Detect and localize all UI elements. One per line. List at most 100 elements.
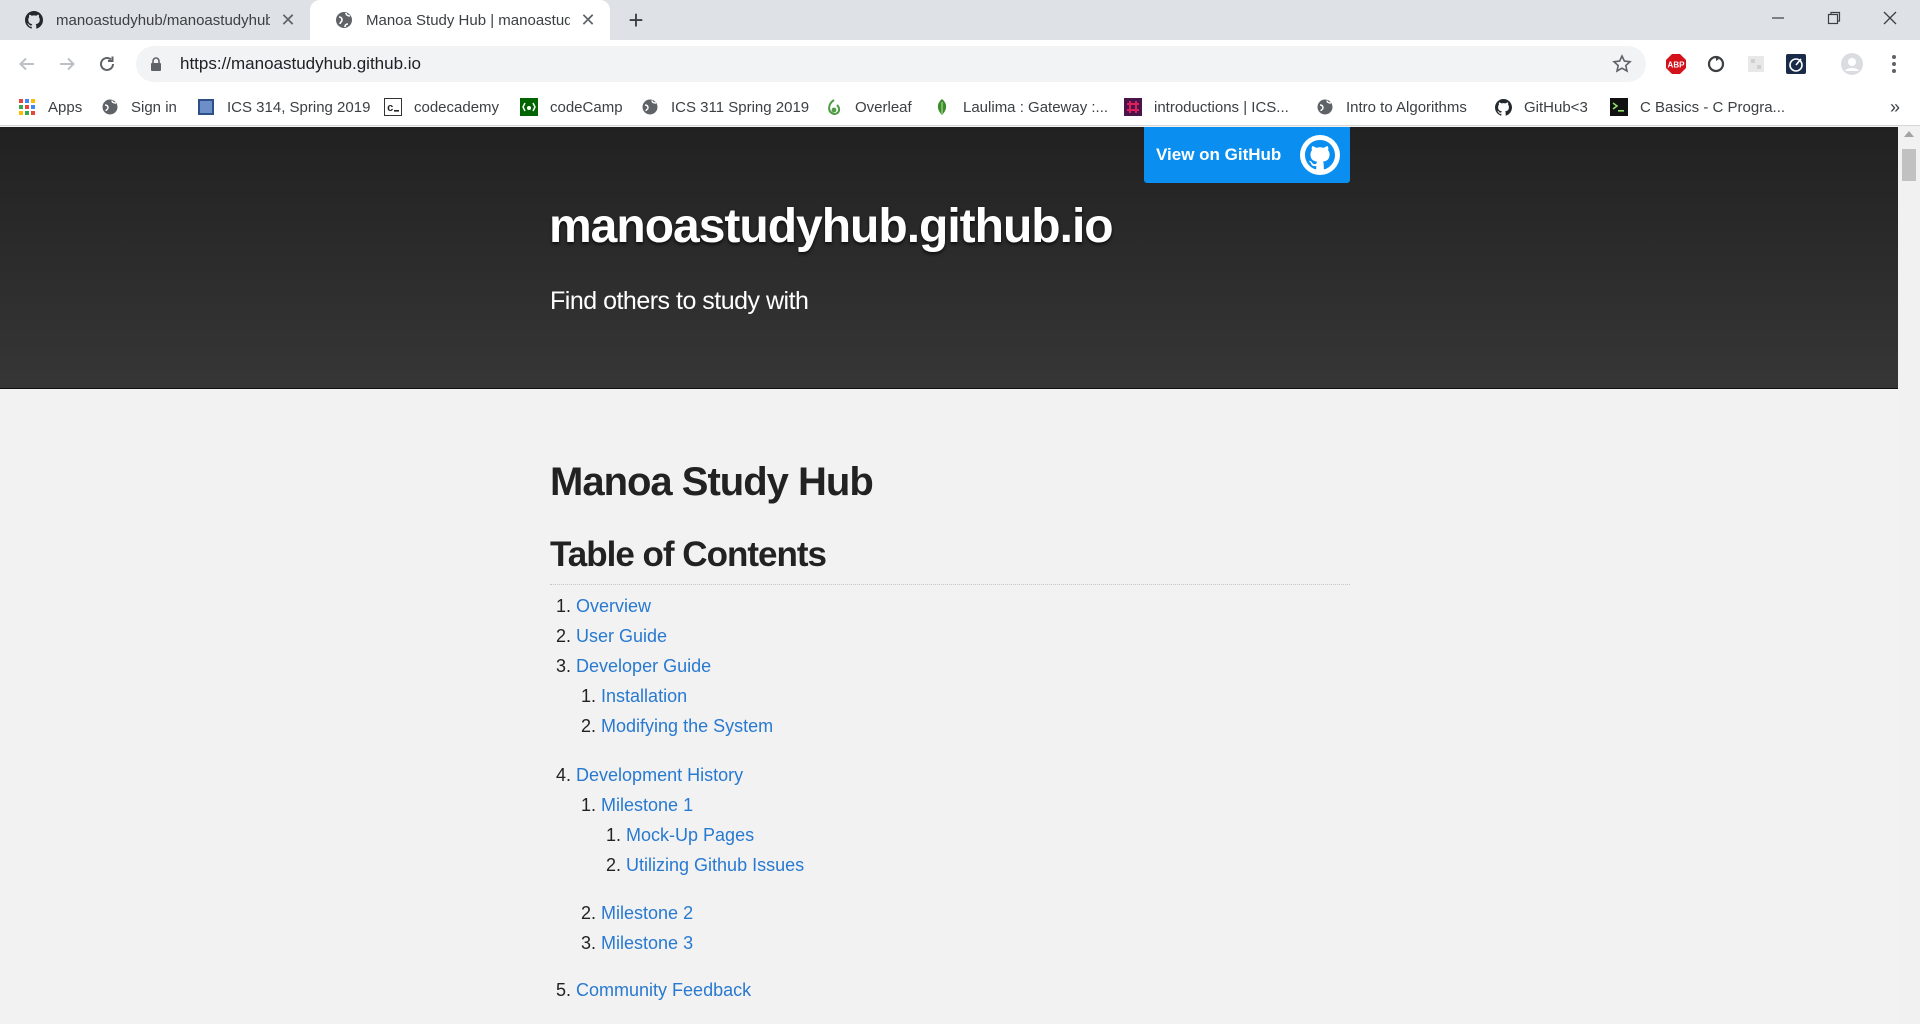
toc-label: Overview [576,596,652,616]
bookmark-ics-314[interactable]: ICS 314, Spring 2019 [197,88,370,126]
tab-github-repo[interactable]: manoastudyhub/manoastudyhub ✕ [0,0,310,40]
bookmark-label: Intro to Algorithms [1346,98,1467,116]
svg-text:c: c [387,103,394,115]
bookmark-label: introductions | ICS... [1154,98,1289,116]
toc-number: 1. [556,596,572,616]
adblock-label: ABP [1668,61,1686,70]
page-viewport: View on GitHub manoastudyhub.github.io F… [0,127,1898,1024]
toc-number: 1. [606,825,622,845]
back-arrow-icon[interactable] [11,48,43,80]
octocat-icon [1300,135,1340,175]
close-tab-icon[interactable]: ✕ [578,10,598,30]
toc-label: Modifying the System [601,716,774,736]
bookmark-overleaf[interactable]: Overleaf [825,88,912,126]
address-bar[interactable]: https://manoastudyhub.github.io [136,46,1646,82]
url-text: https://manoastudyhub.github.io [180,54,421,73]
toc-link-milestone-1[interactable]: 1. Milestone 1 [581,795,693,816]
toc-link-installation[interactable]: 1. Installation [581,686,687,707]
toc-link-user-guide[interactable]: 2. User Guide [556,626,667,647]
github-icon [1494,98,1512,116]
bookmark-label: Overleaf [855,98,912,116]
browser-toolbar: https://manoastudyhub.github.io ABP [0,40,1920,88]
toc-link-developer-guide[interactable]: 3. Developer Guide [556,656,711,677]
toc-label: Milestone 3 [601,933,694,953]
toc-label: Utilizing Github Issues [626,855,805,875]
bookmark-c-basics[interactable]: C Basics - C Progra... [1610,88,1785,126]
scroll-up-arrow-icon[interactable] [1904,131,1914,137]
reload-icon[interactable] [91,48,123,80]
toc-link-milestone-3[interactable]: 3. Milestone 3 [581,933,693,954]
page-icon [197,98,215,116]
toc-number: 2. [606,855,622,875]
page-title: Manoa Study Hub [550,460,874,504]
toc-link-modifying-the-system[interactable]: 2. Modifying the System [581,716,773,737]
tab-title: manoastudyhub/manoastudyhub [56,11,270,29]
bookmark-label: ICS 311 Spring 2019 [671,98,810,116]
bookmark-laulima[interactable]: Laulima : Gateway :... [933,88,1108,126]
extension-grid-icon[interactable] [1744,52,1768,76]
more-bookmarks-chevron-icon[interactable]: » [1890,88,1900,126]
overleaf-icon [825,98,843,116]
toc-link-mock-up-pages[interactable]: 1. Mock-Up Pages [606,825,754,846]
bookmark-ics-311[interactable]: ICS 311 Spring 2019 [641,88,809,126]
globe-icon [641,98,659,116]
bookmark-label: codeCamp [550,98,623,116]
view-on-github-label: View on GitHub [1156,145,1282,164]
toc-number: 5. [556,980,572,1000]
bookmark-codecademy[interactable]: c codecademy [384,88,499,126]
site-title: manoastudyhub.github.io [549,200,1114,253]
toc-number: 2. [581,716,597,736]
profile-avatar-icon[interactable] [1840,52,1864,76]
bookmark-star-icon[interactable] [1612,54,1632,74]
toc-label: Mock-Up Pages [626,825,755,845]
bookmark-introductions[interactable]: introductions | ICS... [1124,88,1289,126]
minimize-icon[interactable] [1750,0,1806,36]
extension-gauge-icon[interactable] [1784,52,1808,76]
bookmarks-bar: Apps Sign in ICS 314, Spring 2019 c code… [0,88,1920,126]
toc-number: 1. [581,795,597,815]
scrollbar-thumb[interactable] [1902,149,1916,181]
toc-link-community-feedback[interactable]: 5. Community Feedback [556,980,751,1001]
toc-label: Development History [576,765,744,785]
site-header: View on GitHub manoastudyhub.github.io F… [0,127,1898,389]
view-on-github-button[interactable]: View on GitHub [1144,127,1350,183]
bookmark-intro-to-algorithms[interactable]: Intro to Algorithms [1316,88,1467,126]
globe-icon [334,10,354,30]
close-window-icon[interactable] [1862,0,1918,36]
tab-strip: manoastudyhub/manoastudyhub ✕ Manoa Stud… [0,0,1920,40]
toc-number: 1. [581,686,597,706]
bookmark-sign-in[interactable]: Sign in [101,88,177,126]
bookmark-label: Sign in [131,98,177,116]
extension-sync-icon[interactable] [1704,52,1728,76]
adblock-icon[interactable]: ABP [1664,52,1688,76]
menu-kebab-icon[interactable] [1882,52,1906,76]
bookmark-label: C Basics - C Progra... [1640,98,1786,116]
forward-arrow-icon[interactable] [51,48,83,80]
bookmark-label: codecademy [414,98,500,116]
globe-icon [1316,98,1334,116]
bookmark-github[interactable]: GitHub<3 [1494,88,1588,126]
toc-link-utilizing-github-issues[interactable]: 2. Utilizing Github Issues [606,855,804,876]
toc-link-development-history[interactable]: 4. Development History [556,765,743,786]
codecademy-icon: c [384,98,402,116]
bookmark-codecamp[interactable]: codeCamp [520,88,623,126]
terminal-icon [1610,98,1628,116]
bookmark-apps[interactable]: Apps [18,88,82,126]
restore-icon[interactable] [1806,0,1862,36]
toc-link-milestone-2[interactable]: 2. Milestone 2 [581,903,693,924]
page-scrollbar[interactable] [1898,127,1920,1024]
toc-label: Milestone 2 [601,903,694,923]
close-tab-icon[interactable]: ✕ [278,10,298,30]
lock-icon[interactable] [150,56,166,72]
bookmark-label: Laulima : Gateway :... [963,98,1109,116]
bookmark-label: GitHub<3 [1524,98,1588,116]
apps-grid-icon [18,98,36,116]
toc-number: 2. [556,626,572,646]
globe-icon [101,98,119,116]
new-tab-button[interactable]: + [622,5,650,35]
bookmark-label: Apps [48,98,83,116]
tab-manoa-study-hub[interactable]: Manoa Study Hub | manoastudyhub ✕ [310,0,610,40]
freecodecamp-icon [520,98,538,116]
toc-label: User Guide [576,626,668,646]
toc-link-overview[interactable]: 1. Overview [556,596,651,617]
